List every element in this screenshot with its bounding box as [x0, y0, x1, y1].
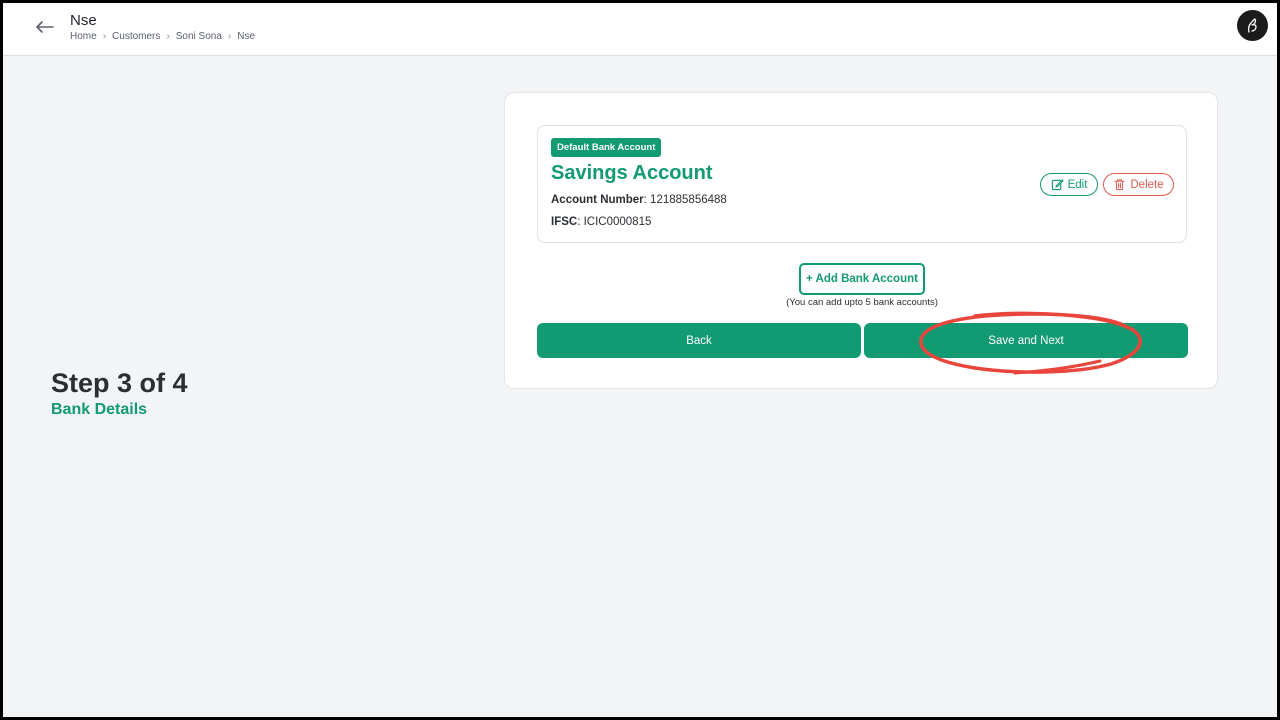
ifsc-label: IFSC	[551, 216, 578, 228]
account-number-label: Account Number	[551, 194, 644, 206]
delete-button[interactable]: Delete	[1103, 173, 1174, 196]
default-badge: Default Bank Account	[551, 138, 662, 157]
arrow-left-icon[interactable]	[33, 15, 57, 39]
breadcrumb-home[interactable]: Home	[70, 31, 97, 42]
chevron-right-icon: ›	[227, 31, 232, 42]
edit-label: Edit	[1067, 178, 1088, 191]
ifsc-value: : ICIC0000815	[577, 216, 652, 228]
back-button[interactable]: Back	[537, 323, 861, 358]
app-frame: Nse Home › Customers › Soni Sona › Nse S…	[3, 3, 1277, 717]
save-and-next-button[interactable]: Save and Next	[864, 323, 1188, 358]
delete-label: Delete	[1130, 178, 1164, 191]
step-indicator: Step 3 of 4	[51, 368, 188, 398]
account-number: Account Number: 121885856488	[551, 194, 727, 206]
ifsc-code: IFSC: ICIC0000815	[551, 216, 651, 228]
trash-icon	[1114, 179, 1126, 191]
breadcrumb-customer[interactable]: Soni Sona	[176, 31, 222, 42]
avatar[interactable]	[1237, 10, 1268, 41]
account-type: Savings Account	[551, 162, 713, 184]
chevron-right-icon: ›	[102, 31, 107, 42]
breadcrumb-customers[interactable]: Customers	[112, 31, 160, 42]
account-number-value: : 121885856488	[643, 194, 727, 206]
top-bar: Nse Home › Customers › Soni Sona › Nse	[3, 3, 1277, 56]
bank-details-card: Default Bank Account Savings Account Acc…	[504, 92, 1218, 389]
edit-button[interactable]: Edit	[1040, 173, 1098, 196]
edit-icon	[1051, 179, 1064, 191]
breadcrumb: Home › Customers › Soni Sona › Nse	[70, 31, 255, 42]
breadcrumb-current: Nse	[237, 31, 256, 42]
add-bank-account-button[interactable]: + Add Bank Account	[799, 263, 925, 295]
add-account-note: (You can add upto 5 bank accounts)	[786, 297, 938, 308]
hand-logo-icon	[1247, 17, 1257, 33]
bank-account-item: Default Bank Account Savings Account Acc…	[537, 125, 1187, 243]
page-title: Nse	[70, 12, 97, 29]
chevron-right-icon: ›	[166, 31, 170, 42]
step-name: Bank Details	[51, 401, 148, 418]
